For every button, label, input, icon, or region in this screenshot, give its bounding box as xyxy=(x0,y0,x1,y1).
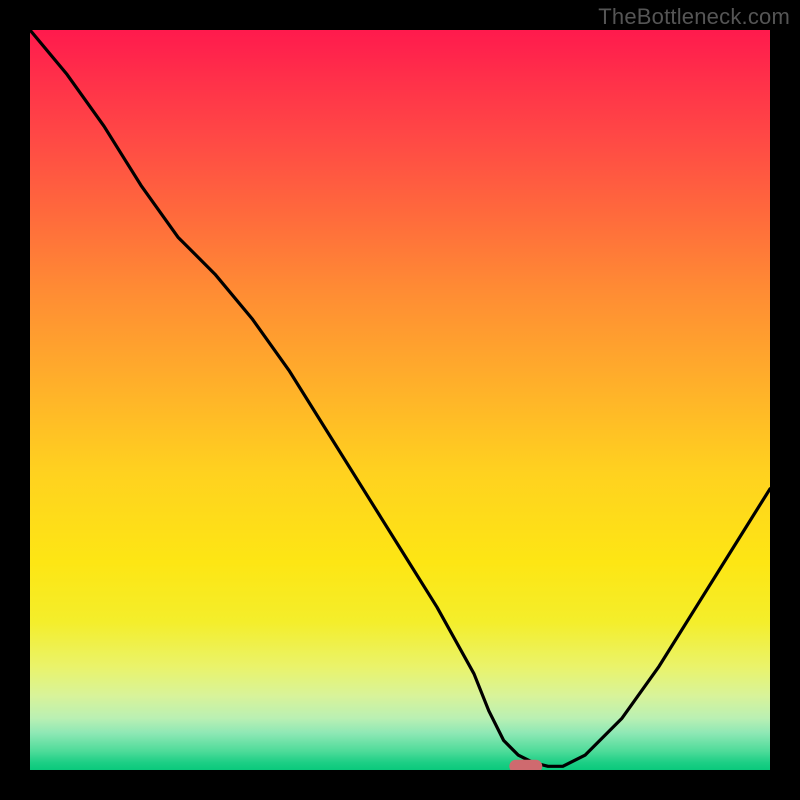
chart-svg xyxy=(30,30,770,770)
plot-area xyxy=(30,30,770,770)
bottleneck-curve xyxy=(30,30,770,766)
minimum-marker xyxy=(510,760,542,770)
chart-frame: TheBottleneck.com xyxy=(0,0,800,800)
watermark-text: TheBottleneck.com xyxy=(598,4,790,30)
